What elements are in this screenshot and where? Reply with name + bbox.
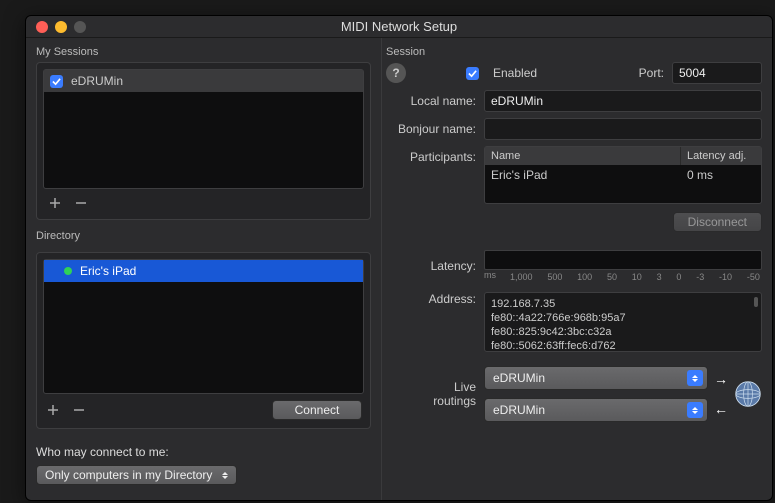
latency-unit: ms [484,270,504,282]
connect-button[interactable]: Connect [272,400,362,420]
directory-item-name: Eric's iPad [80,264,136,278]
add-session-button[interactable] [47,195,63,211]
disconnect-button[interactable]: Disconnect [673,212,762,232]
routing-direction-arrows: → ← [714,371,728,417]
bonjour-name-label: Bonjour name: [386,122,476,136]
who-may-connect-label: Who may connect to me: [36,445,371,459]
remove-session-button[interactable] [73,195,89,211]
directory-list[interactable]: Eric's iPad [43,259,364,394]
session-enabled-checkbox-right[interactable] [466,67,479,80]
online-status-icon [64,267,72,275]
latency-meter [484,250,762,270]
latency-label: Latency: [386,259,476,273]
address-box[interactable]: 192.168.7.35 fe80::4a22:766e:968b:95a7 f… [484,292,762,352]
who-may-connect-value: Only computers in my Directory [45,468,212,482]
window-title: MIDI Network Setup [26,19,772,34]
midi-network-setup-window: MIDI Network Setup My Sessions eDRUMin [25,15,773,501]
participants-col-name: Name [485,147,681,165]
help-button[interactable]: ? [386,63,406,83]
session-row-edrumin[interactable]: eDRUMin [44,70,363,92]
participant-latency: 0 ms [681,165,761,185]
live-routings-label: Live routings [386,380,476,408]
directory-row-erics-ipad[interactable]: Eric's iPad [44,260,363,282]
check-icon [468,69,477,78]
participants-table[interactable]: Name Latency adj. Eric's iPad 0 ms [484,146,762,204]
local-name-input[interactable] [484,90,762,112]
updown-arrows-icon [218,468,232,482]
participant-row[interactable]: Eric's iPad 0 ms [485,165,761,185]
latency-ticks: 1,000500100501030-3-10-50 [508,270,762,282]
updown-arrows-icon [687,370,703,386]
participants-label: Participants: [386,150,476,164]
remove-directory-button[interactable] [71,402,87,418]
minus-icon [73,404,85,416]
port-input[interactable] [672,62,762,84]
directory-label: Directory [36,230,371,242]
session-name: eDRUMin [71,74,123,88]
my-sessions-label: My Sessions [36,46,371,58]
session-label: Session [386,46,762,58]
check-icon [52,77,61,86]
background-app-strip [0,20,22,140]
who-may-connect-select[interactable]: Only computers in my Directory [36,465,237,485]
participants-header: Name Latency adj. [485,147,761,165]
arrow-left-icon: ← [714,401,728,417]
routing-in-select[interactable]: eDRUMin [484,366,708,390]
bonjour-name-input[interactable] [484,118,762,140]
minus-icon [75,197,87,209]
port-label: Port: [639,66,664,80]
directory-panel: Eric's iPad Connect [36,252,371,429]
enabled-label: Enabled [493,66,537,80]
network-globe-icon [734,380,762,408]
updown-arrows-icon [687,402,703,418]
routing-in-value: eDRUMin [493,371,687,385]
address-label: Address: [386,292,476,352]
participants-col-lat: Latency adj. [681,147,761,165]
traffic-lights [26,21,86,33]
session-enabled-checkbox[interactable] [50,75,63,88]
zoom-window-button[interactable] [74,21,86,33]
routing-out-select[interactable]: eDRUMin [484,398,708,422]
plus-icon [47,404,59,416]
my-sessions-panel: eDRUMin [36,62,371,220]
plus-icon [49,197,61,209]
arrow-right-icon: → [714,371,728,387]
my-sessions-list[interactable]: eDRUMin [43,69,364,189]
titlebar[interactable]: MIDI Network Setup [26,16,772,38]
add-directory-button[interactable] [45,402,61,418]
close-window-button[interactable] [36,21,48,33]
participant-name: Eric's iPad [485,165,681,185]
routing-out-value: eDRUMin [493,403,687,417]
minimize-window-button[interactable] [55,21,67,33]
local-name-label: Local name: [386,94,476,108]
